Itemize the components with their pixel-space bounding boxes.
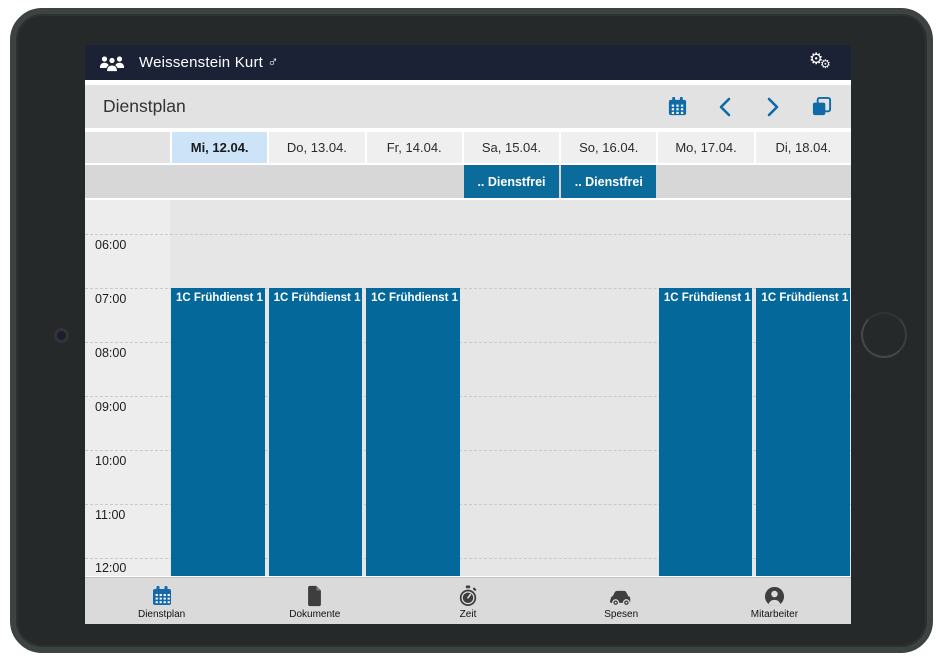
- calendar-picker-icon[interactable]: [665, 95, 689, 119]
- day-column-do[interactable]: 1C Frühdienst 1: [267, 200, 364, 576]
- tab-dienstplan[interactable]: Dienstplan: [85, 578, 238, 624]
- hour-label: 11:00: [95, 508, 126, 522]
- hour-label: 07:00: [95, 292, 127, 306]
- tab-mitarbeiter[interactable]: Mitarbeiter: [698, 578, 851, 624]
- shift-event[interactable]: 1C Frühdienst 1: [658, 288, 753, 576]
- toolbar: Dienstplan: [85, 85, 851, 128]
- shift-event[interactable]: 1C Frühdienst 1: [366, 288, 460, 576]
- hour-label: 12:00: [95, 561, 127, 575]
- tab-dokumente[interactable]: Dokumente: [238, 578, 391, 624]
- tab-bar: Dienstplan Dokumente Zeit Spesen Mitarbe…: [85, 577, 851, 624]
- copy-icon[interactable]: [809, 95, 833, 119]
- day-column-mo[interactable]: 1C Frühdienst 1: [657, 200, 754, 576]
- gears-icon[interactable]: ⚙ ⚙: [807, 51, 837, 75]
- day-header-so[interactable]: So, 16.04.: [561, 132, 657, 163]
- shift-event[interactable]: 1C Frühdienst 1: [756, 288, 850, 576]
- day-header-mo[interactable]: Mo, 17.04.: [658, 132, 754, 163]
- stopwatch-icon: [456, 585, 480, 607]
- hour-label: 10:00: [95, 454, 127, 468]
- time-grid: 06:00 07:00 08:00 09:00 10:00 11:00 12:0…: [85, 200, 851, 576]
- tablet-frame: Weissenstein Kurt ♂ ⚙ ⚙ Dienstplan Mi, 1…: [10, 8, 933, 653]
- chevron-left-icon[interactable]: [713, 95, 737, 119]
- group-icon: [99, 54, 125, 72]
- tab-spesen[interactable]: Spesen: [545, 578, 698, 624]
- person-icon: [762, 585, 786, 607]
- shift-event[interactable]: 1C Frühdienst 1: [171, 288, 265, 576]
- gutter-header-cell: [85, 132, 170, 163]
- tab-label: Zeit: [459, 609, 477, 620]
- top-bar: Weissenstein Kurt ♂ ⚙ ⚙: [85, 45, 851, 80]
- page-title-user: Weissenstein Kurt ♂: [139, 54, 279, 71]
- day-header-di[interactable]: Di, 18.04.: [755, 132, 851, 163]
- tab-zeit[interactable]: Zeit: [391, 578, 544, 624]
- day-column-sa[interactable]: [462, 200, 559, 576]
- allday-row: .. Dienstfrei .. Dienstfrei: [85, 165, 851, 198]
- chevron-right-icon[interactable]: [761, 95, 785, 119]
- hour-label: 08:00: [95, 346, 127, 360]
- camera-icon: [54, 328, 69, 343]
- day-header-fr[interactable]: Fr, 14.04.: [366, 132, 462, 163]
- allday-event-sa[interactable]: .. Dienstfrei: [463, 165, 560, 198]
- day-header-mi[interactable]: Mi, 12.04.: [172, 132, 268, 163]
- day-header-row: Mi, 12.04. Do, 13.04. Fr, 14.04. Sa, 15.…: [85, 132, 851, 163]
- document-icon: [303, 585, 327, 607]
- day-column-mi[interactable]: 1C Frühdienst 1: [170, 200, 266, 576]
- day-header-sa[interactable]: Sa, 15.04.: [463, 132, 560, 163]
- calendar-icon: [150, 585, 174, 607]
- view-title: Dienstplan: [103, 96, 186, 116]
- day-column-so[interactable]: [560, 200, 656, 576]
- hour-label: 06:00: [95, 238, 127, 252]
- tab-label: Dienstplan: [137, 609, 186, 620]
- tab-label: Spesen: [604, 609, 639, 620]
- car-icon: [609, 585, 633, 607]
- shift-event[interactable]: 1C Frühdienst 1: [268, 288, 363, 576]
- day-column-di[interactable]: 1C Frühdienst 1: [755, 200, 851, 576]
- app-screen: Weissenstein Kurt ♂ ⚙ ⚙ Dienstplan Mi, 1…: [85, 45, 851, 624]
- home-button[interactable]: [861, 312, 907, 358]
- tab-label: Mitarbeiter: [750, 609, 799, 620]
- allday-event-so[interactable]: .. Dienstfrei: [561, 165, 657, 198]
- day-header-do[interactable]: Do, 13.04.: [269, 132, 365, 163]
- day-column-fr[interactable]: 1C Frühdienst 1: [365, 200, 461, 576]
- tab-label: Dokumente: [289, 609, 341, 620]
- hour-label: 09:00: [95, 400, 127, 414]
